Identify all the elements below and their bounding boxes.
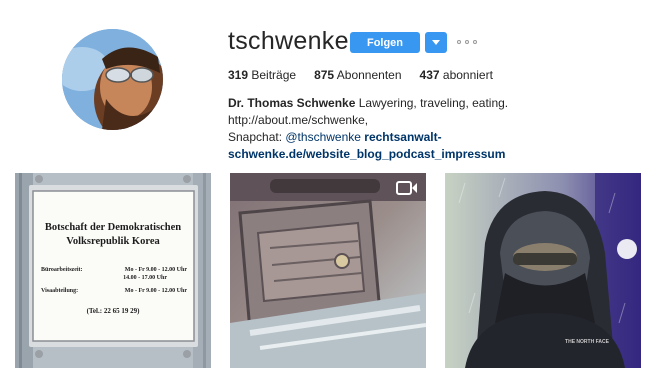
sign-title-line-2: Volksrepublik Korea	[66, 236, 160, 247]
dot-icon	[457, 40, 461, 44]
dot-icon	[473, 40, 477, 44]
sign-visa-line: Mo - Fr 9.00 - 12.00 Uhr	[125, 288, 188, 294]
following-count: 437	[419, 68, 440, 82]
jacket-brand-text: THE NORTH FACE	[565, 339, 610, 345]
profile-bio: Dr. Thomas Schwenke Lawyering, traveling…	[228, 95, 633, 163]
following-stat[interactable]: 437 abonniert	[420, 68, 493, 82]
profile-stats: 319 Beiträge 875 Abonnenten 437 abonnier…	[228, 68, 511, 82]
more-options-button[interactable]	[457, 35, 477, 49]
followers-stat[interactable]: 875 Abonnenten	[314, 68, 401, 82]
post-thumbnail[interactable]: THE NORTH FACE	[445, 173, 641, 368]
followers-count: 875	[314, 68, 335, 82]
sign-hours-line-1: Mo - Fr 9.00 - 12.00 Uhr	[125, 267, 188, 273]
caret-down-icon	[432, 40, 440, 45]
sign-visa-label: Visaabteilung:	[41, 288, 78, 294]
followers-label: Abonnenten	[336, 68, 402, 82]
video-camera-icon	[396, 181, 417, 195]
following-label: abonniert	[442, 68, 493, 82]
sign-hours-label: Büroarbeitszeit:	[41, 267, 83, 273]
bio-mention-link[interactable]: @thschwenke	[285, 130, 361, 144]
posts-label: Beiträge	[251, 68, 297, 82]
follow-options-button[interactable]	[425, 32, 447, 53]
dot-icon	[465, 40, 469, 44]
bio-snapchat-label: Snapchat:	[228, 130, 286, 144]
posts-count: 319	[228, 68, 249, 82]
bio-full-name: Dr. Thomas Schwenke	[228, 96, 356, 110]
sign-hours-line-2: 14.00 - 17.00 Uhr	[123, 275, 167, 281]
sign-phone: (Tel.: 22 65 19 29)	[87, 307, 140, 315]
posts-stat: 319 Beiträge	[228, 68, 296, 82]
profile-username: tschwenke	[228, 27, 349, 55]
sign-title-line-1: Botschaft der Demokratischen	[45, 222, 181, 233]
profile-avatar	[62, 29, 163, 130]
post-thumbnail[interactable]: Botschaft der Demokratischen Volksrepubl…	[15, 173, 211, 368]
follow-button[interactable]: Folgen	[350, 32, 420, 53]
post-thumbnail[interactable]	[230, 173, 426, 368]
